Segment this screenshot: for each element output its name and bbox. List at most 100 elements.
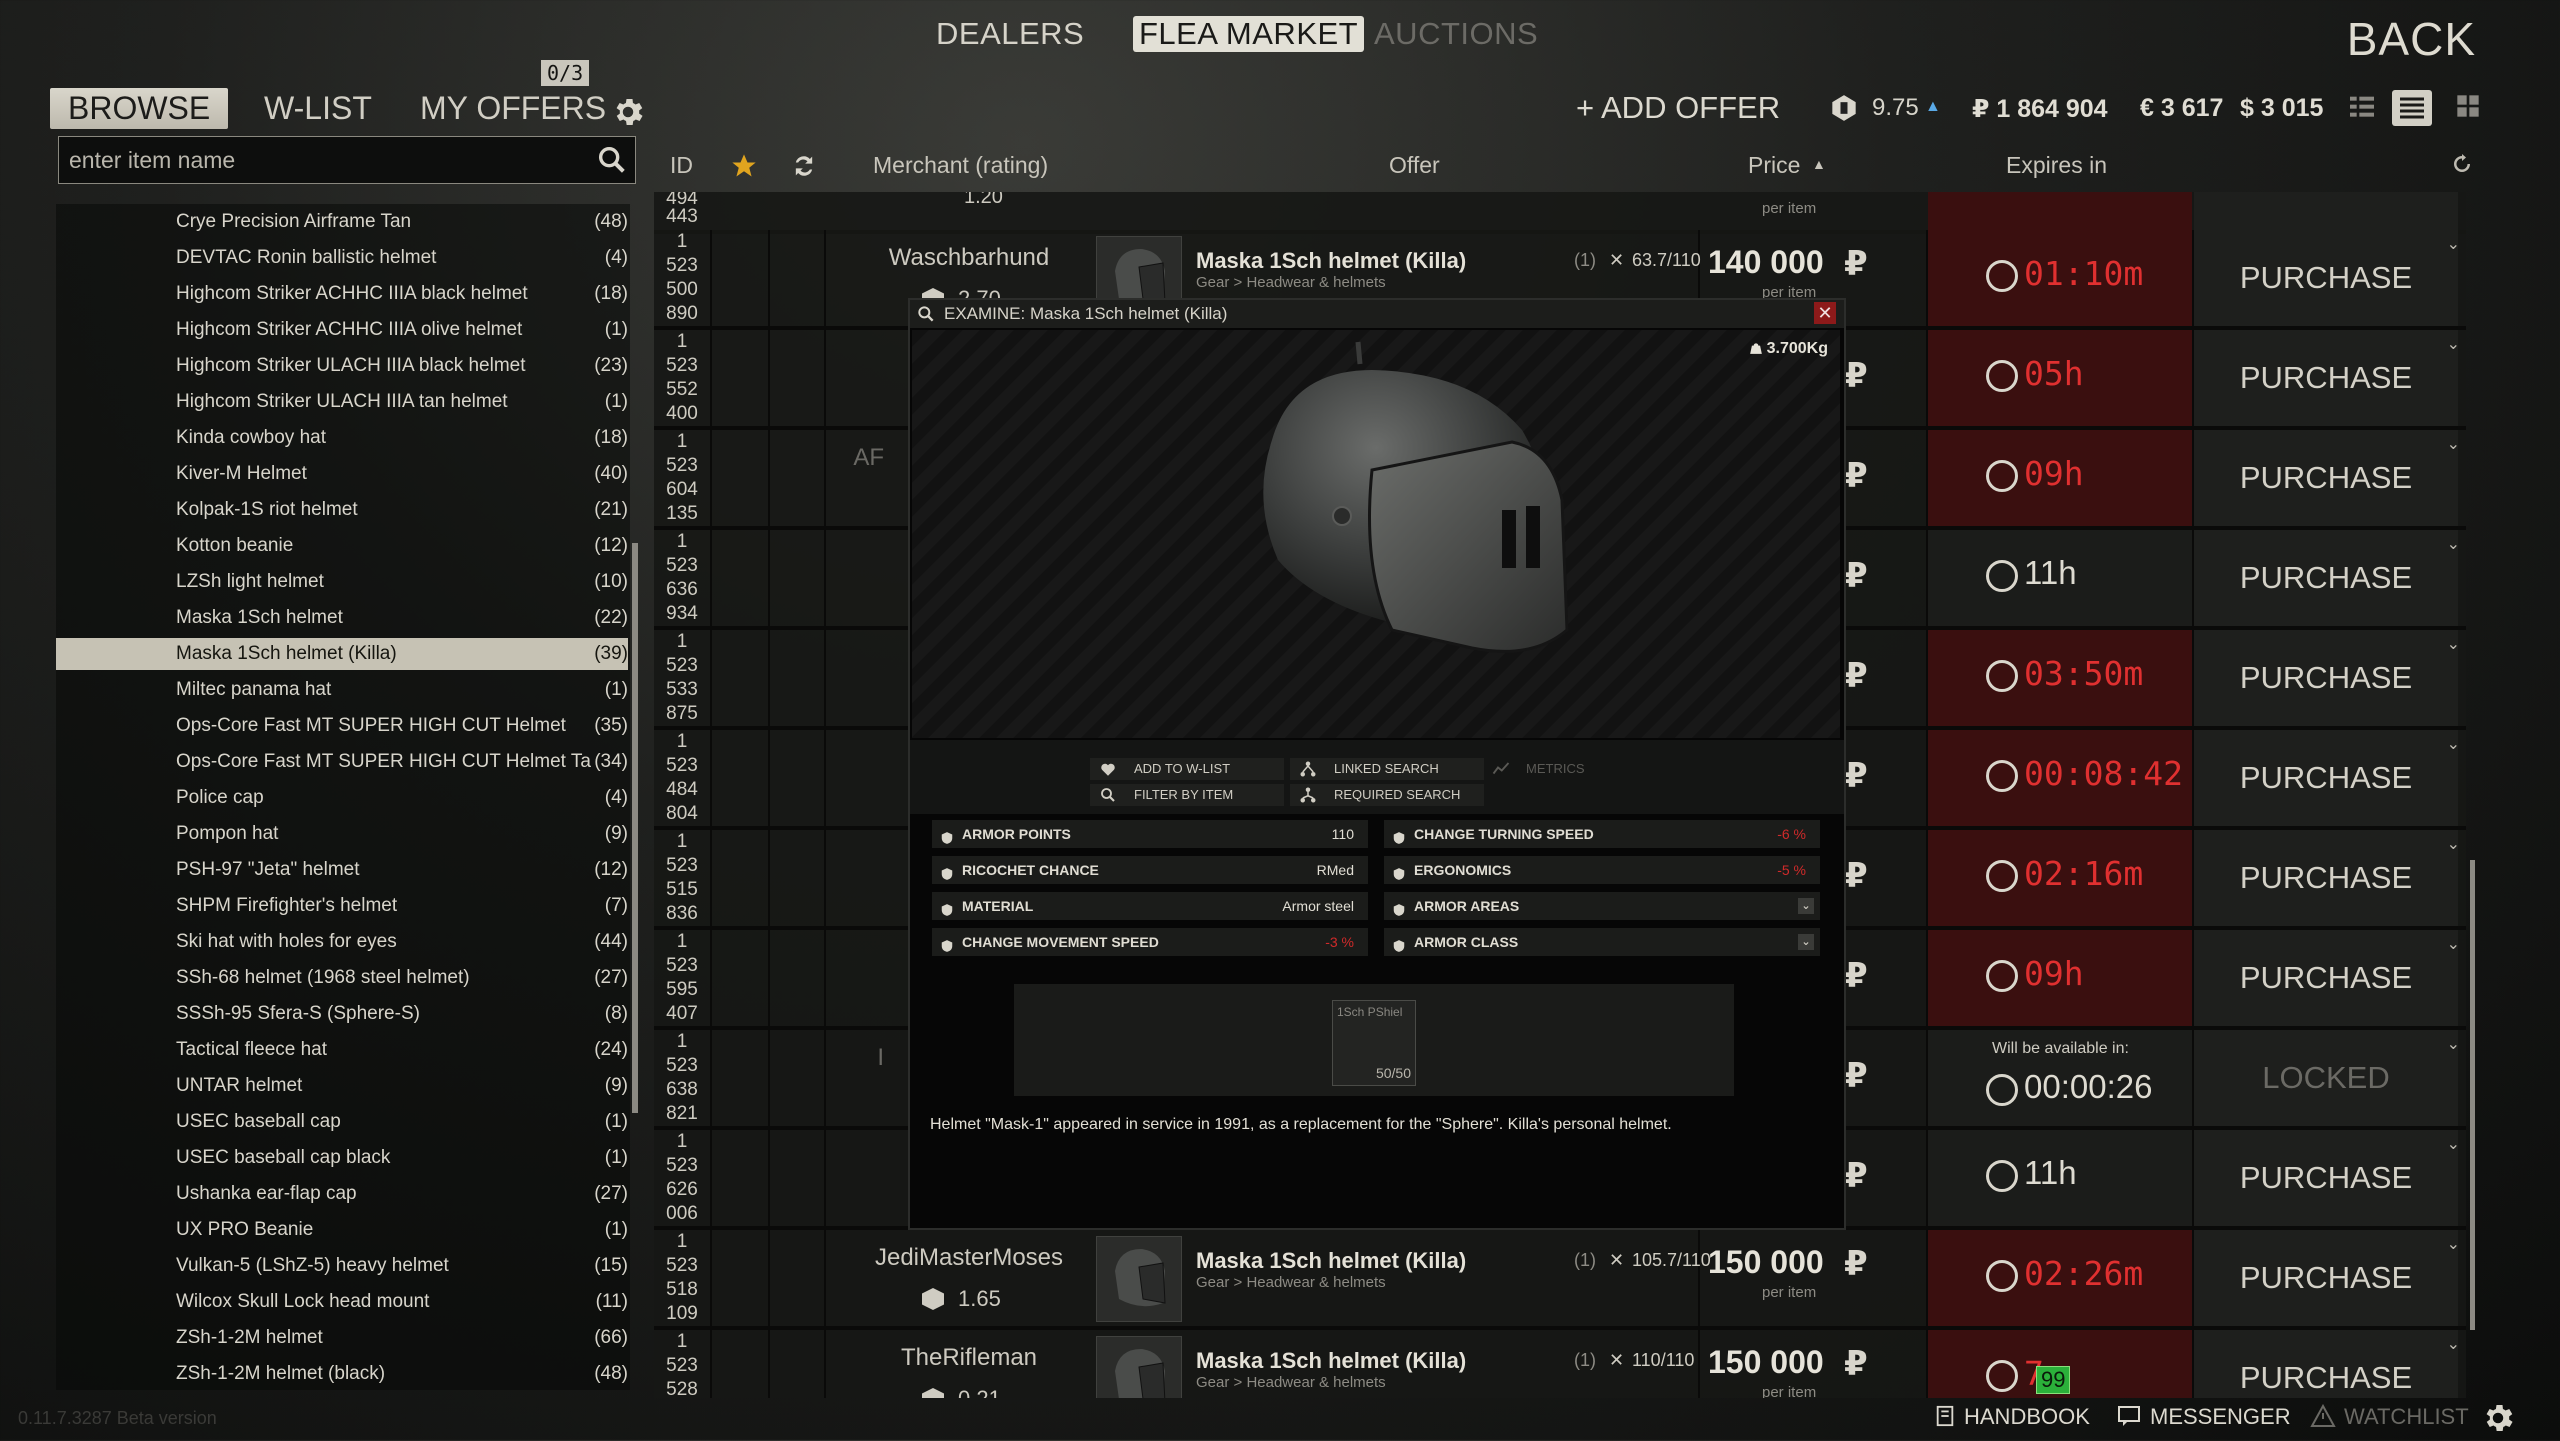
category-item[interactable]: Kolpak-1S riot helmet (21) (56, 494, 628, 526)
chevron-down-icon[interactable]: ⌄ (2447, 334, 2460, 354)
purchase-button[interactable]: PURCHASE (2194, 1130, 2458, 1226)
purchase-button[interactable]: PURCHASE (2194, 1230, 2458, 1326)
chevron-down-icon[interactable]: ⌄ (2447, 534, 2460, 554)
item-thumbnail[interactable] (1096, 1336, 1182, 1398)
category-item[interactable]: Wilcox Skull Lock head mount (11) (56, 1286, 628, 1318)
chevron-down-icon[interactable]: ⌄ (2447, 234, 2460, 254)
purchase-button[interactable]: PURCHASE (2194, 1330, 2458, 1398)
stat-row[interactable]: ARMOR CLASS ⌄ (1384, 928, 1820, 956)
close-icon[interactable]: ✕ (1814, 302, 1836, 324)
chevron-down-icon[interactable]: ⌄ (2447, 434, 2460, 454)
category-item[interactable]: Ops-Core Fast MT SUPER HIGH CUT Helmet T… (56, 746, 628, 778)
favorite-star-icon[interactable] (730, 152, 758, 186)
offers-scrollbar[interactable] (2470, 860, 2475, 1330)
handbook-button[interactable]: HANDBOOK (1934, 1404, 2090, 1430)
merchant-name[interactable]: TheRifleman (824, 1344, 1114, 1372)
stat-row[interactable]: ARMOR AREAS ⌄ (1384, 892, 1820, 920)
category-item[interactable]: Ski hat with holes for eyes (44) (56, 926, 628, 958)
chevron-down-icon[interactable]: ⌄ (2447, 1334, 2460, 1354)
merchant-name[interactable]: I (654, 1044, 884, 1072)
chevron-down-icon[interactable]: ⌄ (2447, 1234, 2460, 1254)
view-compact-icon[interactable] (2346, 90, 2386, 126)
category-item[interactable]: Pompon hat (9) (56, 818, 628, 850)
category-item[interactable]: ZSh-1-2M helmet (66) (56, 1322, 628, 1354)
item-name[interactable]: Maska 1Sch helmet (Killa) (1196, 1248, 1466, 1274)
purchase-button[interactable]: PURCHASE (2194, 530, 2458, 626)
chevron-down-icon[interactable]: ⌄ (2447, 1034, 2460, 1054)
category-item[interactable]: Maska 1Sch helmet (Killa) (39) (56, 638, 628, 670)
category-item[interactable]: Ushanka ear-flap cap (27) (56, 1178, 628, 1210)
category-item[interactable]: Highcom Striker ACHHC IIIA black helmet … (56, 278, 628, 310)
purchase-button[interactable]: PURCHASE (2194, 430, 2458, 526)
column-id[interactable]: ID (670, 152, 693, 179)
item-name[interactable]: Maska 1Sch helmet (Killa) (1196, 1348, 1466, 1374)
category-item[interactable]: Police cap (4) (56, 782, 628, 814)
sort-ascending-icon[interactable]: ▲ (1812, 156, 1826, 172)
purchase-button[interactable]: PURCHASE (2194, 730, 2458, 826)
purchase-button[interactable]: PURCHASE (2194, 930, 2458, 1026)
category-item[interactable]: Tactical fleece hat (24) (56, 1034, 628, 1066)
category-item[interactable]: Kinda cowboy hat (18) (56, 422, 628, 454)
category-item[interactable]: Kiver-M Helmet (40) (56, 458, 628, 490)
view-list-icon[interactable] (2392, 90, 2432, 126)
back-button[interactable]: BACK (2347, 12, 2476, 66)
expand-chevron-icon[interactable]: ⌄ (1798, 898, 1814, 914)
tab-dealers[interactable]: DEALERS (936, 16, 1084, 52)
purchase-button[interactable]: PURCHASE (2194, 330, 2458, 426)
item-3d-viewer[interactable] (912, 330, 1840, 738)
category-item[interactable]: SHPM Firefighter's helmet (7) (56, 890, 628, 922)
search-input[interactable] (67, 143, 591, 177)
purchase-button[interactable]: PURCHASE (2194, 230, 2458, 326)
chevron-down-icon[interactable]: ⌄ (2447, 834, 2460, 854)
category-item[interactable]: Miltec panama hat (1) (56, 674, 628, 706)
tab-browse[interactable]: BROWSE (50, 88, 229, 129)
category-item[interactable]: SSh-68 helmet (1968 steel helmet) (27) (56, 962, 628, 994)
category-item[interactable]: ZSh-1-2M helmet (black) (48) (56, 1358, 628, 1390)
merchant-name[interactable]: Waschbarhund (824, 244, 1114, 272)
tab-w-list[interactable]: W-LIST (264, 90, 372, 127)
barter-swap-icon[interactable] (790, 152, 818, 186)
face-shield-slot[interactable]: 1Sch PShiel 50/50 (1332, 1000, 1416, 1086)
purchase-button[interactable]: PURCHASE (2194, 830, 2458, 926)
category-item[interactable]: Highcom Striker ULACH IIIA black helmet … (56, 350, 628, 382)
category-item[interactable]: Highcom Striker ULACH IIIA tan helmet (1… (56, 386, 628, 418)
category-item[interactable]: SSSh-95 Sfera-S (Sphere-S) (8) (56, 998, 628, 1030)
item-thumbnail[interactable] (1096, 1236, 1182, 1322)
refresh-icon[interactable] (2450, 152, 2474, 182)
metrics-button[interactable]: METRICS (1482, 758, 1646, 780)
category-item[interactable]: UNTAR helmet (9) (56, 1070, 628, 1102)
chevron-down-icon[interactable]: ⌄ (2447, 1134, 2460, 1154)
category-scrollbar[interactable] (632, 543, 638, 1113)
column-merchant[interactable]: Merchant (rating) (873, 152, 1048, 179)
messenger-button[interactable]: MESSENGER (2116, 1404, 2291, 1430)
category-item[interactable]: Kotton beanie (12) (56, 530, 628, 562)
category-item[interactable]: Vulkan-5 (LShZ-5) heavy helmet (15) (56, 1250, 628, 1282)
column-offer[interactable]: Offer (1389, 152, 1440, 179)
category-item[interactable]: Highcom Striker ACHHC IIIA olive helmet … (56, 314, 628, 346)
tab-my-offers[interactable]: MY OFFERS (420, 90, 606, 127)
chevron-down-icon[interactable]: ⌄ (2447, 634, 2460, 654)
category-item[interactable]: DEVTAC Ronin ballistic helmet (4) (56, 242, 628, 274)
category-item[interactable]: PSH-97 "Jeta" helmet (12) (56, 854, 628, 886)
tab-auctions[interactable]: AUCTIONS (1374, 16, 1538, 52)
column-expires[interactable]: Expires in (2006, 152, 2107, 179)
add-to-wlist-button[interactable]: ADD TO W-LIST (1090, 758, 1284, 780)
settings-icon[interactable] (2480, 1400, 2516, 1441)
purchase-button[interactable]: PURCHASE (2194, 630, 2458, 726)
merchant-name[interactable]: AF (654, 444, 884, 472)
category-item[interactable]: UX PRO Beanie (1) (56, 1214, 628, 1246)
filter-by-item-button[interactable]: FILTER BY ITEM (1090, 784, 1284, 806)
column-price[interactable]: Price (1748, 152, 1800, 179)
search-icon[interactable] (595, 143, 629, 177)
category-item[interactable]: Maska 1Sch helmet (22) (56, 602, 628, 634)
linked-search-button[interactable]: LINKED SEARCH (1290, 758, 1484, 780)
add-offer-button[interactable]: + ADD OFFER (1576, 90, 1780, 126)
required-search-button[interactable]: REQUIRED SEARCH (1290, 784, 1484, 806)
item-name[interactable]: Maska 1Sch helmet (Killa) (1196, 248, 1466, 274)
settings-gear-icon[interactable] (610, 94, 646, 139)
examine-title-bar[interactable]: EXAMINE: Maska 1Sch helmet (Killa) ✕ (910, 300, 1844, 328)
merchant-name[interactable]: JediMasterMoses (824, 1244, 1114, 1272)
category-item[interactable]: USEC baseball cap (1) (56, 1106, 628, 1138)
expand-chevron-icon[interactable]: ⌄ (1798, 934, 1814, 950)
category-item[interactable]: USEC baseball cap black (1) (56, 1142, 628, 1174)
